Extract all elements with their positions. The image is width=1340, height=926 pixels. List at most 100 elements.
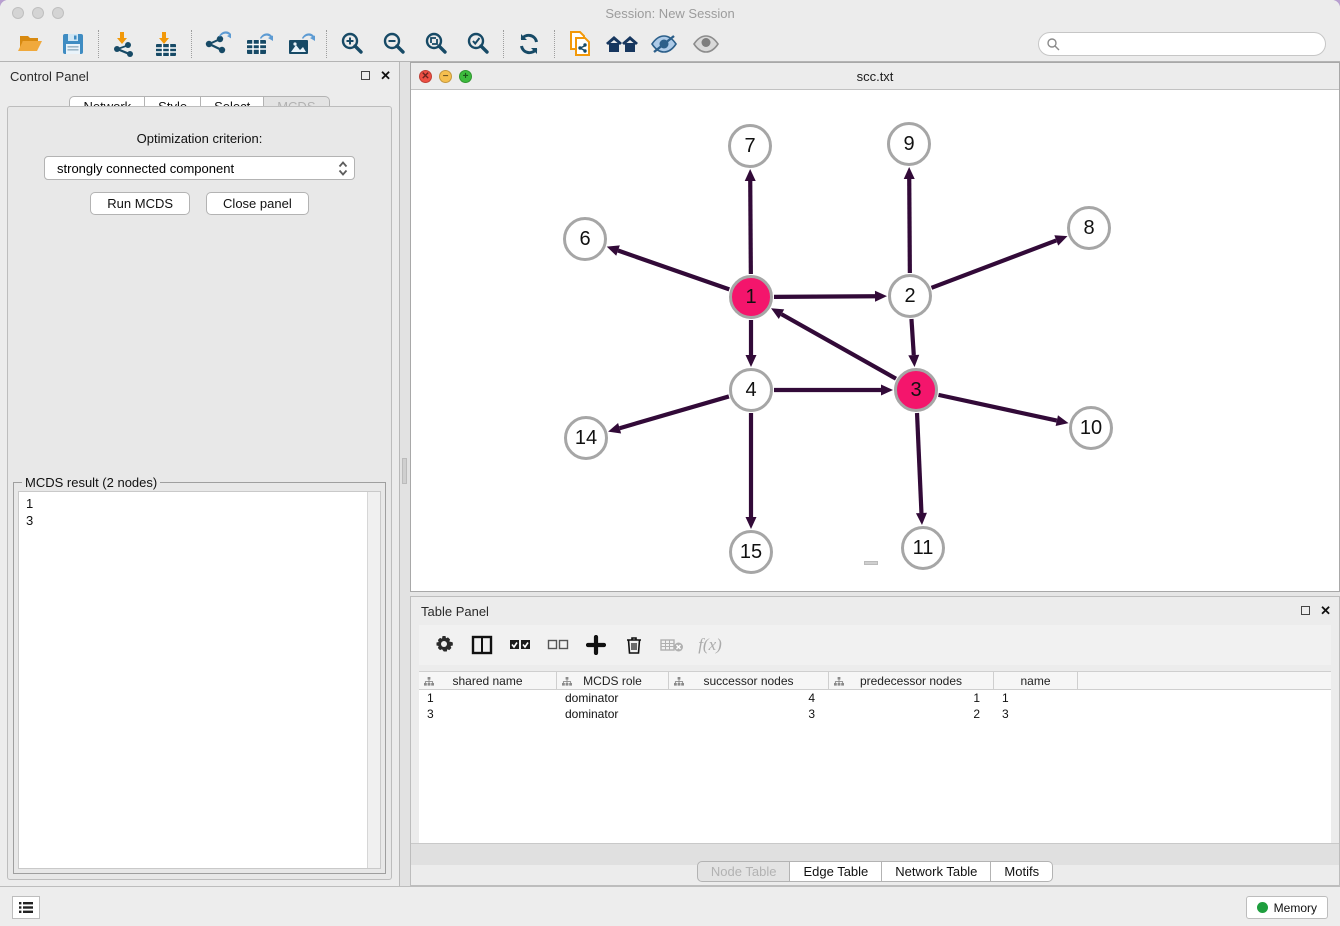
memory-label: Memory (1274, 901, 1317, 915)
table-cell[interactable]: 1 (829, 690, 994, 706)
table-cell[interactable]: 1 (994, 690, 1078, 706)
graph-edge-1-6[interactable] (618, 251, 729, 290)
graph-node-2[interactable]: 2 (888, 274, 932, 318)
node-table: shared nameMCDS rolesuccessor nodes prede… (419, 671, 1331, 843)
column-header-shared-name[interactable]: shared name (419, 672, 557, 689)
export-image-button[interactable] (280, 28, 322, 60)
duplicate-network-button[interactable] (559, 28, 601, 60)
open-session-button[interactable] (10, 28, 52, 60)
table-cell[interactable]: 2 (829, 706, 994, 722)
refresh-view-button[interactable] (508, 28, 550, 60)
export-network-button[interactable] (196, 28, 238, 60)
graph-node-14[interactable]: 14 (564, 416, 608, 460)
table-cell[interactable]: 3 (419, 706, 557, 722)
show-graphic-details-button[interactable] (685, 28, 727, 60)
table-tab-node-table[interactable]: Node Table (697, 861, 791, 882)
horizontal-splitter-handle[interactable] (864, 561, 878, 565)
vertical-splitter[interactable] (400, 62, 410, 886)
optimization-criterion-select[interactable]: strongly connected component (44, 156, 355, 180)
table-cell[interactable]: 3 (994, 706, 1078, 722)
column-header-predecessor-nodes[interactable]: predecessor nodes (829, 672, 994, 689)
close-table-panel-icon[interactable]: ✕ (1320, 605, 1331, 616)
mcds-result-area[interactable]: 1 3 (18, 491, 381, 869)
table-settings-button[interactable] (429, 630, 459, 660)
table-tab-edge-table[interactable]: Edge Table (790, 861, 882, 882)
column-header-MCDS-role[interactable]: MCDS role (557, 672, 669, 689)
deselect-all-button[interactable] (543, 630, 573, 660)
table-body: 1dominator4113dominator323 (419, 690, 1331, 722)
mcds-result-title: MCDS result (2 nodes) (22, 475, 160, 490)
home-button[interactable] (601, 28, 643, 60)
graph-edge-2-8[interactable] (932, 240, 1057, 287)
zoom-fit-button[interactable] (415, 28, 457, 60)
zoom-out-button[interactable] (373, 28, 415, 60)
graph-edge-3-1[interactable] (781, 314, 895, 379)
table-cell[interactable]: 1 (419, 690, 557, 706)
zoom-out-icon (381, 31, 407, 57)
table-tabs: Node TableEdge TableNetwork TableMotifs (411, 865, 1339, 885)
export-network-icon (203, 31, 231, 57)
splitter-handle[interactable] (402, 458, 407, 484)
run-mcds-button[interactable]: Run MCDS (90, 192, 190, 215)
float-panel-icon[interactable] (361, 71, 370, 80)
close-panel-icon[interactable]: ✕ (380, 70, 391, 81)
zoom-in-button[interactable] (331, 28, 373, 60)
table-row[interactable]: 3dominator323 (419, 706, 1331, 722)
select-all-button[interactable] (505, 630, 535, 660)
table-cell[interactable]: 3 (669, 706, 829, 722)
graph-edge-2-3[interactable] (911, 319, 913, 355)
close-panel-button[interactable]: Close panel (206, 192, 309, 215)
table-cell[interactable]: dominator (557, 706, 669, 722)
table-cell[interactable]: dominator (557, 690, 669, 706)
graph-node-4[interactable]: 4 (729, 368, 773, 412)
save-session-button[interactable] (52, 28, 94, 60)
graph-node-8[interactable]: 8 (1067, 206, 1111, 250)
graph-node-6[interactable]: 6 (563, 217, 607, 261)
result-scrollbar[interactable] (367, 492, 380, 868)
hide-graphic-details-button[interactable] (643, 28, 685, 60)
graph-edge-1-7[interactable] (750, 181, 751, 274)
task-history-button[interactable] (12, 896, 40, 919)
zoom-selected-button[interactable] (457, 28, 499, 60)
eye-icon (692, 33, 720, 55)
table-tab-motifs[interactable]: Motifs (991, 861, 1053, 882)
import-network-button[interactable] (103, 28, 145, 60)
graph-node-9[interactable]: 9 (887, 122, 931, 166)
search-input[interactable] (1038, 32, 1326, 56)
memory-button[interactable]: Memory (1246, 896, 1328, 919)
graph-edge-3-11[interactable] (917, 413, 921, 513)
graph-node-15[interactable]: 15 (729, 530, 773, 574)
graph-node-7[interactable]: 7 (728, 124, 772, 168)
float-table-panel-icon[interactable] (1301, 606, 1310, 615)
trash-icon (625, 635, 643, 655)
graph-node-10[interactable]: 10 (1069, 406, 1113, 450)
graph-edge-3-10[interactable] (938, 395, 1056, 421)
column-header-name[interactable]: name (994, 672, 1078, 689)
status-bar: Memory (0, 886, 1340, 926)
hierarchy-icon (834, 677, 844, 686)
export-image-icon (287, 31, 315, 57)
graph-edge-1-2[interactable] (774, 296, 875, 297)
add-row-button[interactable] (581, 630, 611, 660)
graph-edge-2-9[interactable] (909, 179, 910, 273)
graph-node-1[interactable]: 1 (729, 275, 773, 319)
table-row[interactable]: 1dominator411 (419, 690, 1331, 706)
network-window-title: scc.txt (411, 69, 1339, 84)
table-cell[interactable]: 4 (669, 690, 829, 706)
delete-table-button[interactable] (657, 630, 687, 660)
network-canvas[interactable]: 7 9 6 8 1 2 4 3 14 10 15 11 (411, 90, 1339, 591)
graph-node-3[interactable]: 3 (894, 368, 938, 412)
toolbar-separator (98, 30, 99, 58)
column-header-successor-nodes[interactable]: successor nodes (669, 672, 829, 689)
graph-node-11[interactable]: 11 (901, 526, 945, 570)
graph-edge-4-14[interactable] (620, 396, 729, 428)
function-builder-button[interactable]: f(x) (695, 630, 725, 660)
table-toolbar: f(x) (419, 625, 1331, 665)
split-columns-button[interactable] (467, 630, 497, 660)
import-table-button[interactable] (145, 28, 187, 60)
export-table-button[interactable] (238, 28, 280, 60)
column-label: predecessor nodes (860, 674, 962, 688)
delete-row-button[interactable] (619, 630, 649, 660)
eye-slash-icon (650, 33, 678, 55)
table-tab-network-table[interactable]: Network Table (882, 861, 991, 882)
